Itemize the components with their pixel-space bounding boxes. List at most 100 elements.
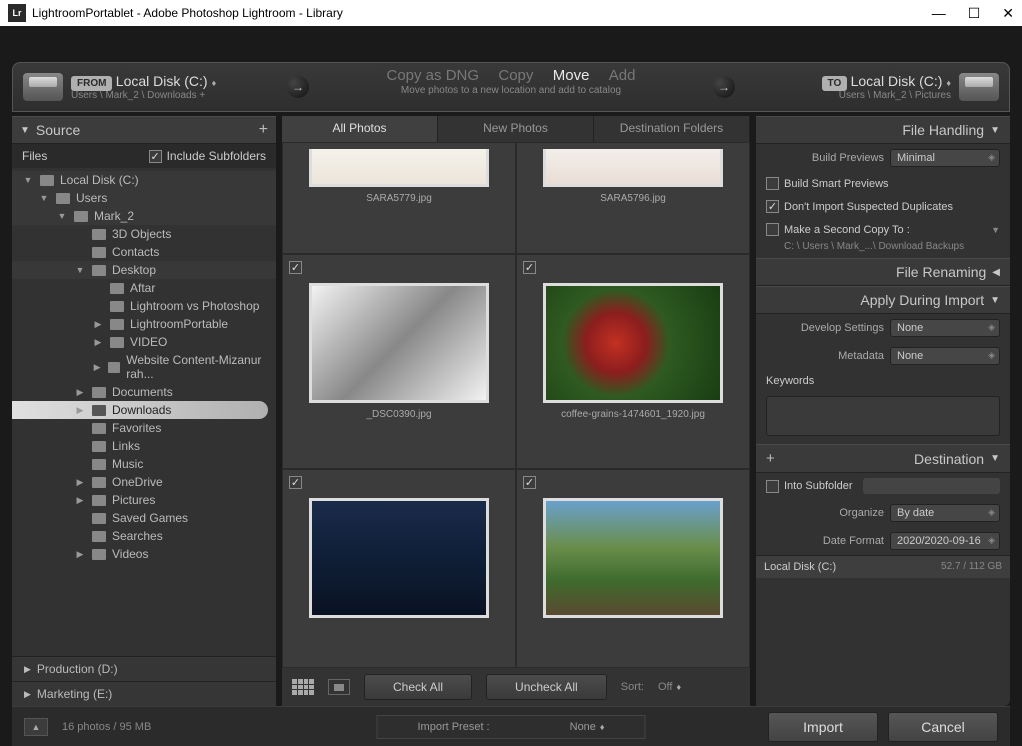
chevron-right-icon: ▶ [74, 495, 86, 506]
tree-item[interactable]: ▼Mark_2 [12, 207, 276, 225]
build-previews-select[interactable]: Minimal [890, 149, 1000, 167]
tree-item[interactable]: ▼Local Disk (C:) [12, 171, 276, 189]
sort-picker[interactable]: Off [658, 681, 681, 693]
folder-icon [92, 531, 106, 542]
build-smart-previews-checkbox[interactable] [766, 177, 779, 190]
action-move[interactable]: Move [553, 67, 590, 84]
thumbnail-cell[interactable]: SARA5796.jpg [516, 142, 750, 254]
subfolder-name-input[interactable] [863, 478, 1001, 494]
tree-item[interactable]: ▶Downloads [12, 401, 268, 419]
source-panel-header[interactable]: ▼ Source + [12, 116, 276, 144]
loupe-view-icon[interactable] [328, 679, 350, 695]
folder-icon [92, 387, 106, 398]
thumbnail-cell[interactable]: SARA5779.jpg [282, 142, 516, 254]
tab-all-photos[interactable]: All Photos [282, 116, 438, 142]
thumbnail-image[interactable] [543, 283, 723, 403]
date-format-select[interactable]: 2020/2020-09-16 [890, 532, 1000, 550]
tree-item[interactable]: Lightroom vs Photoshop [12, 297, 276, 315]
thumbnail-image[interactable] [309, 283, 489, 403]
thumbnail-checkbox[interactable] [289, 476, 302, 489]
thumbnail-image[interactable] [309, 149, 489, 187]
organize-select[interactable]: By date [890, 504, 1000, 522]
thumbnail-cell[interactable] [282, 469, 516, 668]
production-drive[interactable]: ▶Production (D:) [12, 656, 276, 681]
folder-icon [110, 337, 124, 348]
thumbnail-image[interactable] [309, 498, 489, 618]
arrow-right-icon[interactable]: → [287, 76, 309, 98]
import-button[interactable]: Import [768, 712, 878, 742]
thumbnail-image[interactable] [543, 498, 723, 618]
minimize-button[interactable]: — [932, 5, 946, 22]
file-handling-header[interactable]: File Handling▼ [756, 116, 1010, 144]
tree-item[interactable]: Favorites [12, 419, 276, 437]
grid-view-icon[interactable] [292, 679, 314, 695]
thumbnail-checkbox[interactable] [523, 261, 536, 274]
marketing-drive[interactable]: ▶Marketing (E:) [12, 681, 276, 706]
tree-item[interactable]: ▼Users [12, 189, 276, 207]
tab-destination-folders[interactable]: Destination Folders [594, 116, 750, 142]
tree-item[interactable]: 3D Objects [12, 225, 276, 243]
check-all-button[interactable]: Check All [364, 674, 472, 700]
dont-import-duplicates-checkbox[interactable] [766, 200, 779, 213]
tree-item[interactable]: Searches [12, 527, 276, 545]
tree-item[interactable]: Saved Games [12, 509, 276, 527]
thumbnail-cell[interactable] [516, 469, 750, 668]
tree-item[interactable]: ▶OneDrive [12, 473, 276, 491]
action-copy[interactable]: Copy [498, 67, 533, 84]
photo-count: 16 photos / 95 MB [62, 721, 151, 733]
tree-item[interactable]: ▶Documents [12, 383, 276, 401]
tree-item[interactable]: Music [12, 455, 276, 473]
folder-icon [92, 229, 106, 240]
tree-item-label: Links [112, 439, 140, 453]
tree-item[interactable]: ▶Pictures [12, 491, 276, 509]
metadata-select[interactable]: None [890, 347, 1000, 365]
add-source-icon[interactable]: + [259, 121, 268, 139]
folder-icon [92, 265, 106, 276]
destination-path[interactable]: Users \ Mark_2 \ Pictures [822, 90, 951, 101]
keywords-input[interactable] [766, 396, 1000, 436]
include-subfolders-checkbox[interactable] [149, 150, 162, 163]
source-disk-picker[interactable]: Local Disk (C:) [116, 73, 216, 89]
uncheck-all-button[interactable]: Uncheck All [486, 674, 607, 700]
cancel-button[interactable]: Cancel [888, 712, 998, 742]
destination-disk-row[interactable]: Local Disk (C:) 52.7 / 112 GB [756, 555, 1010, 578]
tab-new-photos[interactable]: New Photos [438, 116, 594, 142]
tree-item[interactable]: Contacts [12, 243, 276, 261]
source-path[interactable]: Users \ Mark_2 \ Downloads + [71, 90, 216, 101]
thumbnail-checkbox[interactable] [289, 261, 302, 274]
collapse-panel-button[interactable]: ▲ [24, 718, 48, 736]
action-add[interactable]: Add [609, 67, 636, 84]
into-subfolder-checkbox[interactable] [766, 480, 779, 493]
thumbnail-checkbox[interactable] [523, 476, 536, 489]
destination-disk-picker[interactable]: Local Disk (C:) [851, 73, 951, 89]
tree-item[interactable]: ▶VIDEO [12, 333, 276, 351]
arrow-right-icon[interactable]: → [713, 76, 735, 98]
maximize-button[interactable]: ☐ [968, 5, 981, 22]
add-destination-icon[interactable]: + [766, 450, 775, 467]
tree-item[interactable]: ▶Videos [12, 545, 276, 563]
folder-icon [92, 405, 106, 416]
tree-item-label: Mark_2 [94, 209, 134, 223]
action-copy-dng[interactable]: Copy as DNG [387, 67, 480, 84]
tree-item-label: Users [76, 191, 107, 205]
tree-item[interactable]: Aftar [12, 279, 276, 297]
import-preset-bar[interactable]: Import Preset : None [376, 715, 645, 739]
apply-during-import-header[interactable]: Apply During Import▼ [756, 286, 1010, 314]
thumbnail-cell[interactable]: _DSC0390.jpg [282, 254, 516, 470]
thumbnail-grid[interactable]: SARA5779.jpgSARA5796.jpg_DSC0390.jpgcoff… [282, 142, 750, 668]
develop-settings-select[interactable]: None [890, 319, 1000, 337]
from-badge: FROM [71, 76, 112, 91]
destination-header[interactable]: + Destination▼ [756, 444, 1010, 473]
close-button[interactable]: ✕ [1002, 5, 1014, 22]
folder-icon [92, 513, 106, 524]
second-copy-checkbox[interactable] [766, 223, 779, 236]
thumbnail-cell[interactable]: coffee-grains-1474601_1920.jpg [516, 254, 750, 470]
thumbnail-image[interactable] [543, 149, 723, 187]
folder-icon [92, 247, 106, 258]
tree-item[interactable]: ▼Desktop [12, 261, 276, 279]
source-tree[interactable]: ▼Local Disk (C:)▼Users▼Mark_23D ObjectsC… [12, 168, 276, 656]
tree-item[interactable]: Links [12, 437, 276, 455]
file-renaming-header[interactable]: File Renaming◀ [756, 258, 1010, 286]
tree-item[interactable]: ▶LightroomPortable [12, 315, 276, 333]
tree-item[interactable]: ▶Website Content-Mizanur rah... [12, 351, 276, 383]
